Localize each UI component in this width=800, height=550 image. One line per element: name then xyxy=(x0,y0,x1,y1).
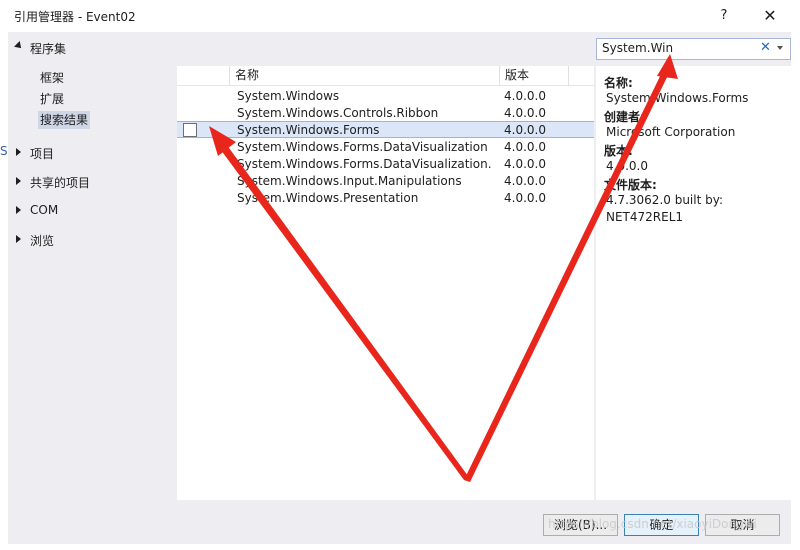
window-title: 引用管理器 - Event02 xyxy=(14,10,136,24)
expand-triangle-icon xyxy=(14,41,24,51)
assembly-version: 4.0.0.0 xyxy=(504,157,546,171)
search-dropdown-icon[interactable] xyxy=(777,46,783,50)
assembly-name: System.Windows.Controls.Ribbon xyxy=(237,106,439,120)
assembly-list: 名称 版本 System.Windows 4.0.0.0 System.Wind… xyxy=(177,66,594,500)
close-button[interactable]: ✕ xyxy=(755,3,785,29)
help-button[interactable]: ? xyxy=(711,3,737,29)
title-bar: 引用管理器 - Event02 ? ✕ xyxy=(0,0,800,32)
collapse-triangle-icon xyxy=(16,177,21,185)
assembly-version: 4.0.0.0 xyxy=(504,106,546,120)
details-panel: 名称: System.Windows.Forms 创建者: Microsoft … xyxy=(596,66,791,500)
list-header: 名称 版本 xyxy=(177,66,594,86)
list-item[interactable]: System.Windows.Presentation 4.0.0.0 xyxy=(177,190,594,206)
assembly-name: System.Windows.Input.Manipulations xyxy=(237,174,462,188)
background-text-fragment: S xyxy=(0,144,8,158)
list-item[interactable]: System.Windows.Forms.DataVisualization..… xyxy=(177,156,594,172)
list-item-selected[interactable]: System.Windows.Forms 4.0.0.0 xyxy=(177,121,594,138)
detail-file-version-value: 4.7.3062.0 built by: xyxy=(606,193,723,207)
watermark: https://blog.csdn.net/xiaoyiDongwi xyxy=(548,517,757,531)
category-label: 项目 xyxy=(30,147,55,161)
collapse-triangle-icon xyxy=(16,206,21,214)
header-checkbox-column[interactable] xyxy=(177,66,230,85)
assembly-version: 4.0.0.0 xyxy=(504,89,546,103)
assembly-name: System.Windows.Forms.DataVisualization..… xyxy=(237,157,492,171)
collapse-triangle-icon xyxy=(16,235,21,243)
search-value: System.Win xyxy=(602,41,674,55)
assembly-name: System.Windows.Forms.DataVisualization xyxy=(237,140,488,154)
assemblies-label: 程序集 xyxy=(30,42,67,56)
search-input[interactable]: System.Win ✕ xyxy=(596,38,791,60)
category-label: 共享的项目 xyxy=(30,176,91,190)
assembly-version: 4.0.0.0 xyxy=(504,123,546,137)
detail-file-version-build: NET472REL1 xyxy=(606,210,684,224)
list-item[interactable]: System.Windows.Forms.DataVisualization 4… xyxy=(177,139,594,155)
sidebar-item-framework[interactable]: 框架 xyxy=(38,69,66,87)
include-checkbox[interactable] xyxy=(183,123,197,137)
assembly-version: 4.0.0.0 xyxy=(504,140,546,154)
clear-search-icon[interactable]: ✕ xyxy=(760,40,771,55)
collapse-triangle-icon xyxy=(16,148,21,156)
category-label: 浏览 xyxy=(30,234,55,248)
list-item[interactable]: System.Windows.Controls.Ribbon 4.0.0.0 xyxy=(177,105,594,121)
detail-name-value: System.Windows.Forms xyxy=(606,91,749,105)
assembly-name: System.Windows.Presentation xyxy=(237,191,419,205)
assembly-version: 4.0.0.0 xyxy=(504,174,546,188)
dialog-client: S 程序集 框架 扩展 搜索结果 项目 共享的项目 COM 浏览 名称 版本 S… xyxy=(0,32,791,544)
detail-file-version-label: 文件版本: xyxy=(604,178,657,192)
sidebar-item-extensions[interactable]: 扩展 xyxy=(38,90,66,108)
detail-version-label: 版本: xyxy=(604,144,633,158)
header-version-column[interactable]: 版本 xyxy=(500,66,569,85)
detail-creator-value: Microsoft Corporation xyxy=(606,125,736,139)
detail-version-value: 4.0.0.0 xyxy=(606,159,648,173)
assembly-version: 4.0.0.0 xyxy=(504,191,546,205)
list-item[interactable]: System.Windows.Input.Manipulations 4.0.0… xyxy=(177,173,594,189)
sidebar-item-search-results[interactable]: 搜索结果 xyxy=(38,111,91,129)
assembly-name: System.Windows xyxy=(237,89,340,103)
category-label: COM xyxy=(30,203,59,217)
detail-name-label: 名称: xyxy=(604,76,633,90)
assembly-name: System.Windows.Forms xyxy=(237,123,380,137)
header-name-column[interactable]: 名称 xyxy=(230,66,500,85)
detail-creator-label: 创建者: xyxy=(604,110,645,124)
list-item[interactable]: System.Windows 4.0.0.0 xyxy=(177,88,594,104)
